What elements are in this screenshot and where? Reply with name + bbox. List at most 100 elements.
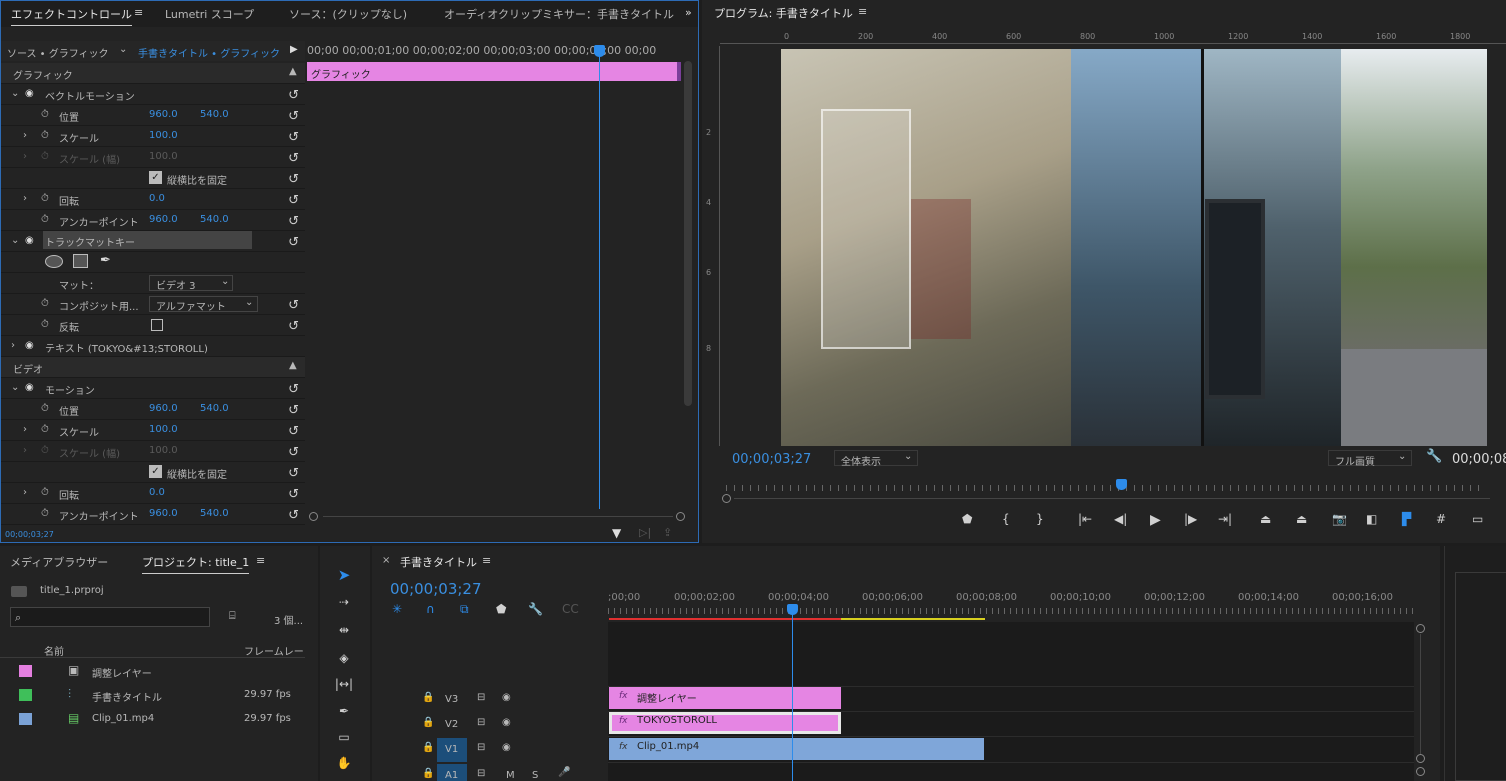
chevron-down-icon[interactable]: ⌄ bbox=[1398, 451, 1406, 462]
reset-icon[interactable]: ↺ bbox=[288, 298, 299, 313]
effect-scrollbar[interactable] bbox=[684, 61, 692, 406]
m-position-row[interactable]: ⏱ 位置 960.0 540.0 ↺ bbox=[1, 399, 305, 420]
tab-menu-icon[interactable]: ≡ bbox=[134, 6, 143, 19]
project-item-adjustment[interactable]: ▣ 調整レイヤー bbox=[0, 659, 305, 683]
stopwatch-icon[interactable]: ⏱ bbox=[41, 298, 49, 309]
ripple-edit-tool-icon[interactable]: ⇹ bbox=[334, 623, 354, 637]
timeline-menu-icon[interactable]: ≡ bbox=[482, 554, 491, 567]
timeline-timecode[interactable]: 00;00;03;27 bbox=[390, 580, 482, 598]
chevron-down-icon[interactable]: ⌄ bbox=[904, 451, 912, 462]
reset-icon[interactable]: ↺ bbox=[288, 235, 299, 250]
timeline-playhead-handle[interactable] bbox=[787, 604, 798, 615]
track-header-a1[interactable]: 🔒 A1 ⊟ M S 🎤 bbox=[372, 764, 608, 781]
clip-graphic-title[interactable]: fx TOKYOSTOROLL bbox=[609, 712, 841, 734]
solo-button[interactable]: S bbox=[532, 770, 538, 781]
vm-rotation-row[interactable]: › ⏱ 回転 0.0 ↺ bbox=[1, 189, 305, 210]
expand-icon[interactable]: ⌄ bbox=[11, 88, 19, 99]
tab-lumetri-scopes[interactable]: Lumetri スコープ bbox=[165, 6, 254, 22]
timeline-playhead[interactable] bbox=[792, 608, 793, 781]
expand-icon[interactable]: › bbox=[23, 424, 27, 435]
m-rotation-value[interactable]: 0.0 bbox=[149, 487, 165, 498]
reset-icon[interactable]: ↺ bbox=[288, 508, 299, 523]
m-position-x[interactable]: 960.0 bbox=[149, 403, 178, 414]
add-marker-icon[interactable]: ⬟ bbox=[496, 602, 506, 616]
reverse-checkbox[interactable] bbox=[151, 319, 163, 331]
checkbox-checked-icon[interactable]: ✓ bbox=[149, 171, 162, 184]
track-matte-row[interactable]: ⌄ ◉ トラックマットキー ↺ bbox=[1, 231, 305, 252]
captions-icon[interactable]: CC bbox=[562, 602, 579, 616]
reset-icon[interactable]: ↺ bbox=[288, 214, 299, 229]
stopwatch-icon[interactable]: ⏱ bbox=[41, 130, 49, 141]
extract-icon[interactable]: ⏏ bbox=[1296, 512, 1307, 526]
lift-icon[interactable]: ⏏ bbox=[1260, 512, 1271, 526]
sync-lock-icon[interactable]: ⊟ bbox=[477, 742, 485, 753]
hand-tool-icon[interactable]: ✋ bbox=[334, 756, 354, 770]
effect-timeline-ruler[interactable]: 00;00 00;00;01;00 00;00;02;00 00;00;03;0… bbox=[307, 41, 683, 61]
stopwatch-icon[interactable]: ⏱ bbox=[41, 403, 49, 414]
vm-scale-value[interactable]: 100.0 bbox=[149, 130, 178, 141]
mark-out-icon[interactable]: } bbox=[1036, 512, 1044, 526]
play-only-icon[interactable]: ▶ bbox=[290, 44, 298, 55]
reset-icon[interactable]: ↺ bbox=[288, 172, 299, 187]
reset-icon[interactable]: ↺ bbox=[288, 424, 299, 439]
lock-icon[interactable]: 🔒 bbox=[422, 692, 434, 703]
program-menu-icon[interactable]: ≡ bbox=[858, 5, 867, 18]
reset-icon[interactable]: ↺ bbox=[288, 466, 299, 481]
bin-search-icon[interactable]: ⌸ bbox=[229, 609, 236, 623]
go-to-in-icon[interactable]: |⇤ bbox=[1078, 512, 1092, 526]
timeline-close-icon[interactable]: × bbox=[382, 555, 390, 566]
effect-playhead-handle[interactable] bbox=[594, 45, 605, 57]
column-framerate[interactable]: フレームレー bbox=[244, 643, 304, 658]
pen-tool-icon[interactable]: ✒ bbox=[334, 704, 354, 718]
vm-scale-row[interactable]: › ⏱ スケール 100.0 ↺ bbox=[1, 126, 305, 147]
selection-tool-icon[interactable]: ➤ bbox=[334, 566, 354, 584]
lock-icon[interactable]: 🔒 bbox=[422, 768, 434, 779]
reset-icon[interactable]: ↺ bbox=[288, 193, 299, 208]
sync-lock-icon[interactable]: ⊟ bbox=[477, 717, 485, 728]
reset-icon[interactable]: ↺ bbox=[288, 130, 299, 145]
go-to-out-icon[interactable]: ⇥| bbox=[1218, 512, 1232, 526]
project-item-clip[interactable]: ▤ Clip_01.mp4 29.97 fps bbox=[0, 707, 305, 731]
m-anchor-row[interactable]: ⏱ アンカーポイント 960.0 540.0 ↺ bbox=[1, 504, 305, 525]
mark-in-icon[interactable]: { bbox=[1002, 512, 1010, 526]
safe-margins-icon[interactable]: # bbox=[1436, 512, 1446, 526]
eye-icon[interactable]: ◉ bbox=[25, 382, 34, 393]
tab-effect-controls[interactable]: エフェクトコントロール bbox=[11, 6, 132, 26]
play-icon[interactable]: ▶ bbox=[1150, 512, 1161, 528]
reset-icon[interactable]: ↺ bbox=[288, 319, 299, 334]
chevron-down-icon[interactable]: ⌄ bbox=[245, 297, 253, 308]
tab-media-browser[interactable]: メディアブラウザー bbox=[10, 554, 108, 570]
sync-lock-icon[interactable]: ⊟ bbox=[477, 692, 485, 703]
share-icon[interactable]: ⇪ bbox=[663, 526, 672, 539]
program-title[interactable]: プログラム: 手書きタイトル bbox=[714, 5, 853, 21]
vector-motion-row[interactable]: ⌄ ◉ ベクトルモーション ↺ bbox=[1, 84, 305, 105]
reset-icon[interactable]: ↺ bbox=[288, 88, 299, 103]
text-layer-row[interactable]: › ◉ テキスト (TOKYO&#13;STOROLL) bbox=[1, 336, 305, 357]
m-position-y[interactable]: 540.0 bbox=[200, 403, 229, 414]
eye-icon[interactable]: ◉ bbox=[25, 235, 34, 246]
program-playhead[interactable] bbox=[1116, 479, 1127, 490]
timeline-settings-icon[interactable]: 🔧 bbox=[528, 602, 543, 616]
effect-playhead[interactable] bbox=[599, 47, 600, 509]
checkbox-checked-icon[interactable]: ✓ bbox=[149, 465, 162, 478]
expand-icon[interactable]: ⌄ bbox=[11, 235, 19, 246]
stopwatch-icon[interactable]: ⏱ bbox=[41, 214, 49, 225]
composite-select[interactable]: アルファマット bbox=[149, 296, 258, 313]
snap-icon[interactable]: ∩ bbox=[426, 602, 435, 616]
nest-toggle-icon[interactable]: ✳ bbox=[392, 602, 402, 616]
stopwatch-icon[interactable]: ⏱ bbox=[41, 487, 49, 498]
tab-project[interactable]: プロジェクト: title_1 bbox=[142, 554, 250, 574]
step-back-icon[interactable]: ◀| bbox=[1114, 512, 1127, 526]
settings-wrench-icon[interactable]: 🔧 bbox=[1426, 449, 1442, 464]
stopwatch-icon[interactable]: ⏱ bbox=[41, 193, 49, 204]
stopwatch-icon[interactable]: ⏱ bbox=[41, 508, 49, 519]
filter-icon[interactable]: ▼ bbox=[612, 526, 621, 540]
collapse-icon[interactable]: ▲ bbox=[289, 360, 297, 371]
program-video-frame[interactable] bbox=[781, 49, 1487, 446]
vm-anchor-y[interactable]: 540.0 bbox=[200, 214, 229, 225]
track-select-tool-icon[interactable]: ⇢ bbox=[334, 595, 354, 609]
reset-icon[interactable]: ↺ bbox=[288, 109, 299, 124]
project-menu-icon[interactable]: ≡ bbox=[256, 554, 265, 567]
vm-position-row[interactable]: ⏱ 位置 960.0 540.0 ↺ bbox=[1, 105, 305, 126]
tab-audio-clip-mixer[interactable]: オーディオクリップミキサー：手書きタイトル bbox=[444, 6, 674, 22]
